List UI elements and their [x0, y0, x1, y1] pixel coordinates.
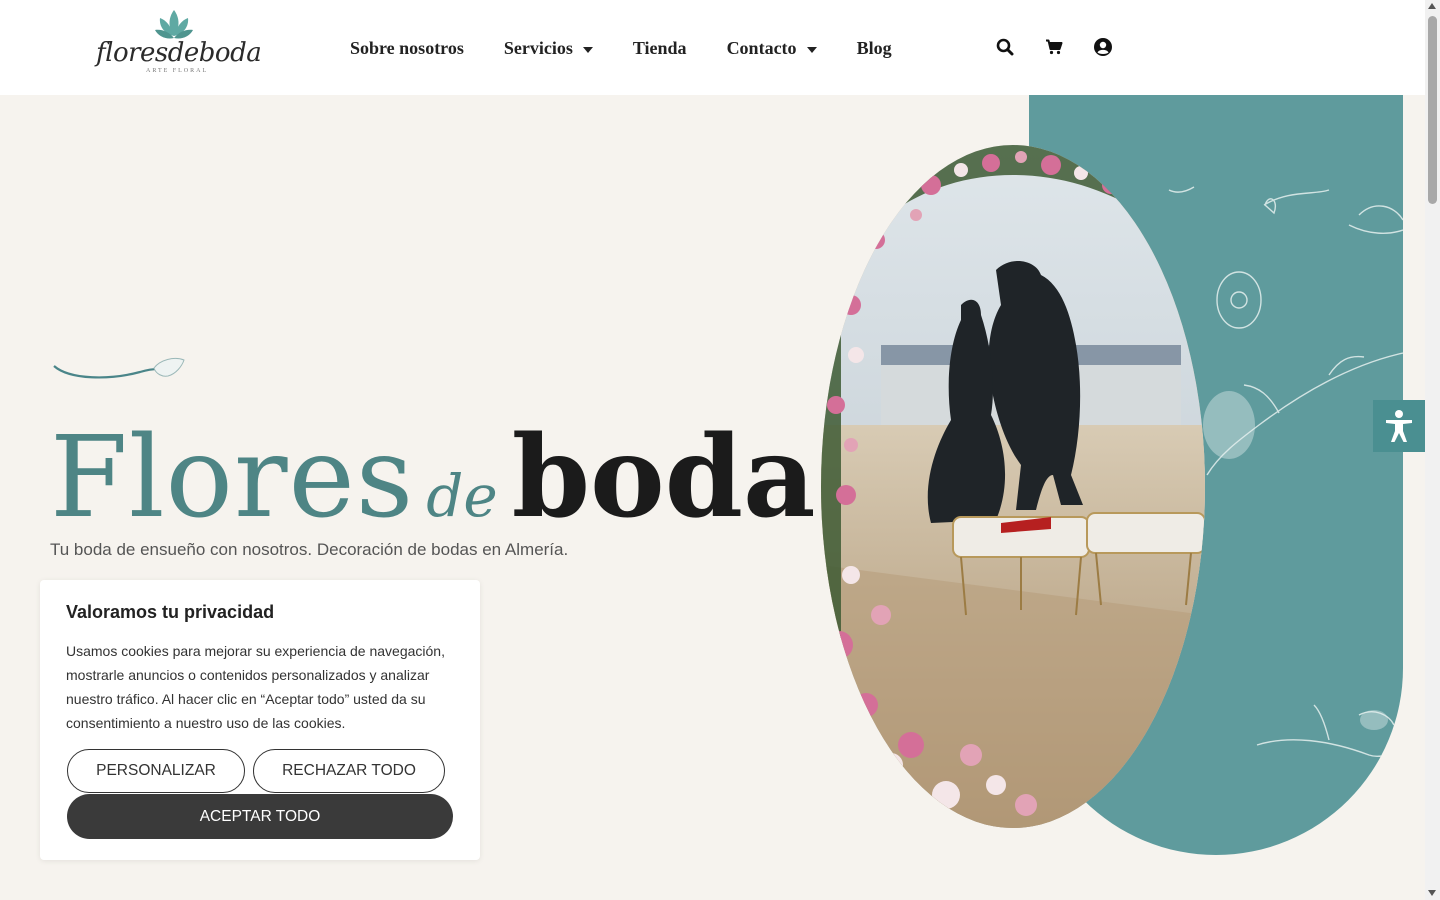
reject-all-button[interactable]: RECHAZAR TODO: [253, 749, 445, 793]
customize-button[interactable]: PERSONALIZAR: [67, 749, 245, 793]
wedding-arch-photo: [821, 145, 1205, 828]
lotus-logo-icon: [155, 10, 193, 39]
user-account-icon[interactable]: [1092, 36, 1114, 58]
nav-contacto[interactable]: Contacto: [727, 38, 817, 59]
logo-tagline: ARTE FLORAL: [146, 68, 209, 74]
cart-icon[interactable]: [1043, 36, 1065, 58]
hero-title: Flores de boda: [50, 412, 816, 543]
accessibility-icon: [1386, 410, 1412, 442]
nav-label: Blog: [856, 38, 892, 58]
hero-wedding-photo: [821, 145, 1205, 828]
main-navigation: Sobre nosotros Servicios Tienda Contacto…: [350, 38, 932, 59]
nav-label: Contacto: [726, 38, 797, 58]
scrollbar-thumb[interactable]: [1428, 16, 1437, 204]
cookie-title: Valoramos tu privacidad: [66, 602, 275, 622]
search-icon[interactable]: [994, 36, 1016, 58]
site-header: floresdeboda ARTE FLORAL Sobre nosotros …: [0, 0, 1425, 95]
nav-label: Tienda: [632, 38, 687, 58]
site-logo[interactable]: floresdeboda ARTE FLORAL: [96, 8, 262, 78]
hero-decorative-stem: [53, 357, 185, 379]
cookie-consent-banner: Valoramos tu privacidad Usamos cookies p…: [40, 580, 480, 860]
scroll-up-arrow-icon[interactable]: [1428, 3, 1436, 9]
hero-title-boda: boda: [511, 412, 816, 543]
accept-all-button[interactable]: ACEPTAR TODO: [67, 794, 453, 839]
nav-sobre-nosotros[interactable]: Sobre nosotros: [350, 38, 464, 59]
accessibility-button[interactable]: [1373, 400, 1425, 452]
nav-servicios[interactable]: Servicios: [504, 38, 593, 59]
nav-label: Servicios: [503, 38, 573, 58]
hero-subtitle: Tu boda de ensueño con nosotros. Decorac…: [50, 540, 569, 559]
hero-title-flores: Flores: [50, 413, 415, 543]
hero-title-de: de: [426, 462, 498, 530]
cookie-description: Usamos cookies para mejorar su experienc…: [66, 643, 445, 731]
caret-down-icon: [806, 46, 817, 53]
nav-tienda[interactable]: Tienda: [633, 38, 687, 59]
nav-label: Sobre nosotros: [350, 38, 464, 58]
logo-wordmark: floresdeboda: [96, 38, 262, 68]
nav-blog[interactable]: Blog: [857, 38, 892, 59]
caret-down-icon: [582, 46, 593, 53]
page-scrollbar[interactable]: [1425, 0, 1440, 900]
scroll-down-arrow-icon[interactable]: [1428, 890, 1436, 896]
header-icons: [994, 36, 1141, 58]
